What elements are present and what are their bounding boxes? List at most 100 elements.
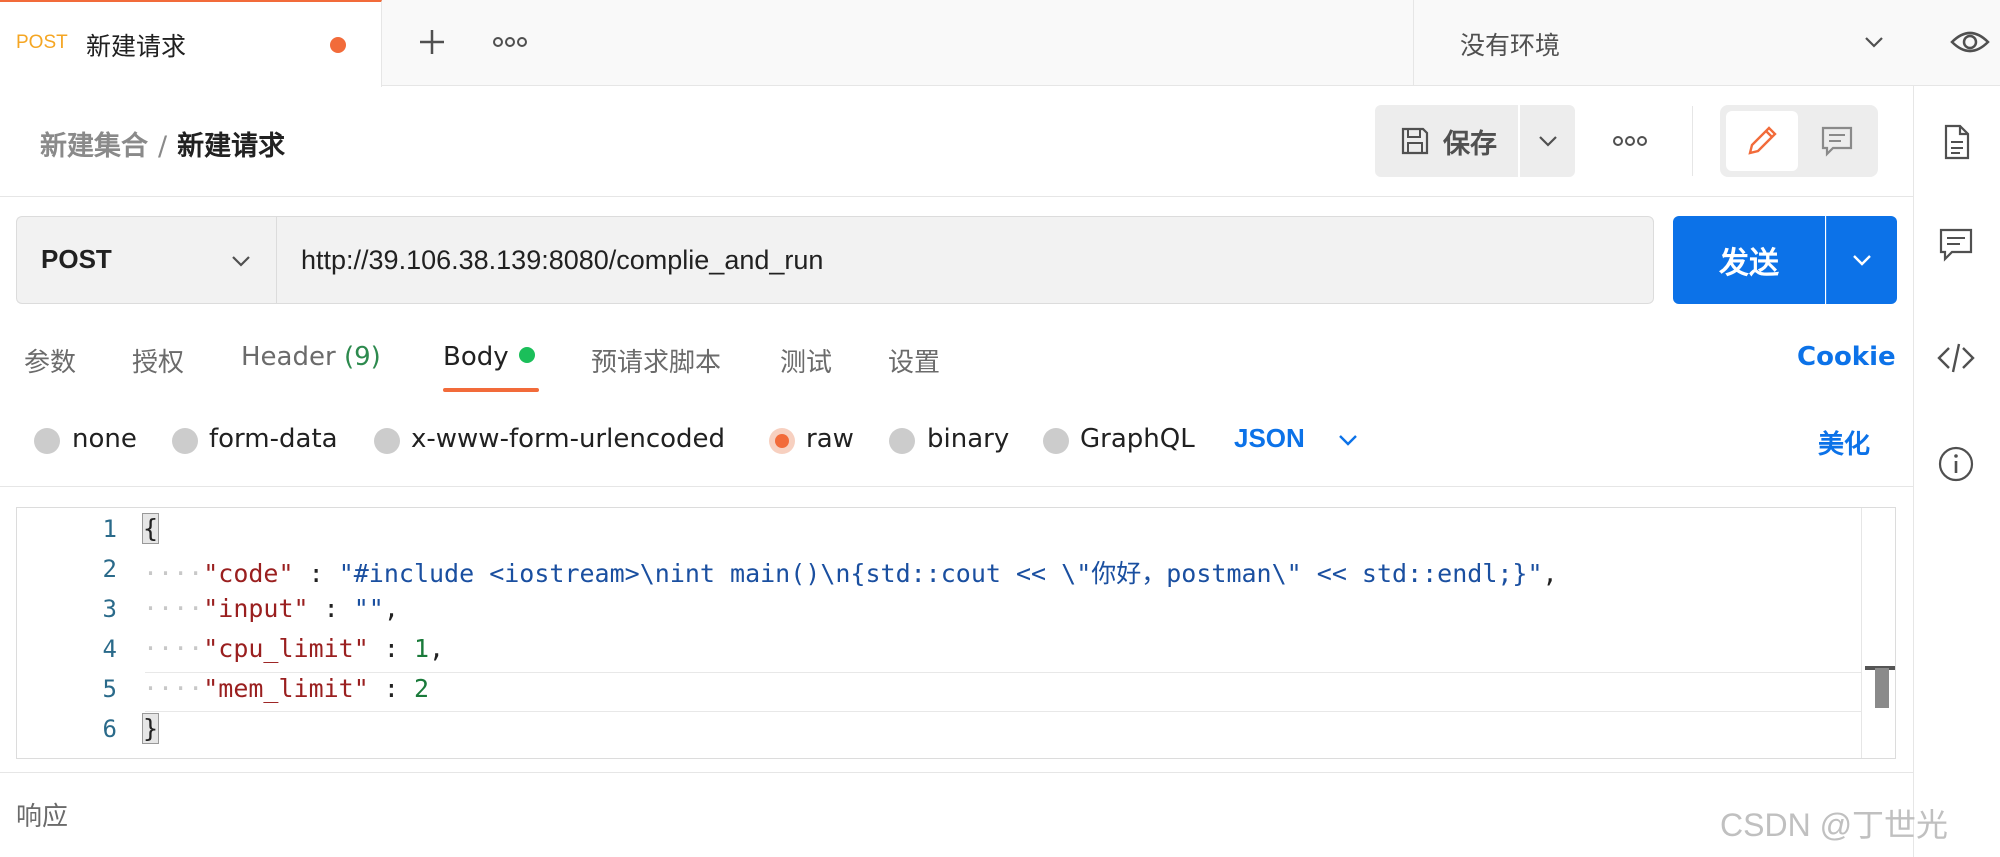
breadcrumb-collection[interactable]: 新建集合	[40, 131, 148, 162]
divider	[0, 486, 1913, 487]
radio-urlencoded[interactable]	[374, 428, 400, 454]
code-indent: ····	[143, 559, 204, 588]
method-select[interactable]: POST	[16, 216, 276, 304]
watermark: CSDN @丁世光	[1720, 807, 1949, 843]
code-colon: :	[308, 594, 354, 623]
edit-mode-button[interactable]	[1726, 111, 1798, 171]
code-brace: }	[141, 713, 160, 744]
scrollbar-thumb[interactable]	[1875, 668, 1889, 708]
code-line: ····"cpu_limit" : 1,	[143, 634, 444, 663]
code-key: "mem_limit"	[203, 674, 369, 703]
radio-binary[interactable]	[889, 428, 915, 454]
cookies-link[interactable]: Cookie	[1797, 342, 1896, 372]
url-input[interactable]: http://39.106.38.139:8080/complie_and_ru…	[276, 216, 1654, 304]
method-label: POST	[41, 244, 112, 274]
tab-settings[interactable]: 设置	[888, 342, 940, 379]
save-icon	[1401, 127, 1429, 155]
code-editor[interactable]: 1 2 3 4 5 6 { ····"code" : "#include <io…	[16, 507, 1896, 759]
code-brace: {	[141, 513, 160, 544]
radio-graphql-label[interactable]: GraphQL	[1080, 424, 1195, 454]
eye-icon	[1950, 31, 1990, 53]
code-line: }	[141, 713, 160, 744]
mode-toggle	[1720, 105, 1878, 177]
info-button[interactable]	[1936, 444, 1976, 484]
tab-tests[interactable]: 测试	[780, 342, 832, 379]
tab-pre-request-script[interactable]: 预请求脚本	[591, 342, 721, 379]
code-colon: :	[368, 634, 414, 663]
code-snippet-button[interactable]	[1936, 338, 1976, 378]
code-line: ····"code" : "#include <iostream>\nint m…	[143, 554, 1558, 590]
request-more-button[interactable]	[1610, 125, 1650, 157]
code-string-value: ""	[353, 594, 384, 623]
code-number-value: 2	[413, 674, 430, 703]
plus-icon	[420, 30, 444, 54]
line-number: 4	[102, 635, 117, 663]
tab-authorization[interactable]: 授权	[132, 342, 184, 379]
divider	[1692, 106, 1693, 176]
tab-params[interactable]: 参数	[24, 342, 76, 379]
code-number-value: 1	[413, 634, 430, 663]
tab-headers[interactable]: Header (9)	[241, 342, 381, 372]
chevron-down-icon	[232, 256, 250, 267]
code-key: "input"	[203, 594, 309, 623]
radio-graphql[interactable]	[1043, 428, 1069, 454]
code-line: ····"input" : "",	[143, 594, 399, 623]
comments-button[interactable]	[1936, 224, 1976, 264]
beautify-button[interactable]: 美化	[1818, 424, 1870, 461]
body-format-select[interactable]: JSON	[1234, 423, 1305, 454]
radio-urlencoded-label[interactable]: x-www-form-urlencoded	[411, 424, 725, 454]
chevron-down-icon	[1853, 255, 1871, 266]
environment-label: 没有环境	[1460, 31, 1561, 60]
comment-icon	[1939, 228, 1973, 262]
save-button[interactable]: 保存	[1375, 105, 1518, 177]
radio-form-data-label[interactable]: form-data	[209, 424, 338, 454]
comment-icon	[1821, 126, 1853, 157]
comment-mode-button[interactable]	[1802, 111, 1872, 171]
response-section-label[interactable]: 响应	[16, 796, 68, 833]
radio-form-data[interactable]	[172, 428, 198, 454]
code-indent: ····	[143, 594, 204, 623]
new-tab-button[interactable]	[412, 22, 452, 62]
save-options-button[interactable]	[1520, 105, 1575, 177]
code-key: "cpu_limit"	[203, 634, 369, 663]
line-number: 5	[102, 675, 117, 703]
editor-scrollbar-track	[1861, 508, 1895, 758]
code-comma: ,	[383, 594, 399, 623]
chevron-down-icon[interactable]	[1336, 428, 1360, 452]
line-number: 2	[102, 555, 117, 583]
more-horizontal-icon	[493, 37, 527, 47]
chevron-down-icon	[1539, 136, 1557, 147]
code-line: {	[141, 513, 160, 544]
info-icon	[1938, 446, 1974, 482]
headers-count-badge: (9)	[343, 342, 381, 372]
breadcrumb-request-name[interactable]: 新建请求	[177, 131, 285, 162]
tab-method-label: POST	[16, 32, 68, 53]
tab-options-button[interactable]	[490, 26, 530, 58]
unsaved-dot-icon	[330, 37, 346, 53]
request-tab[interactable]: POST 新建请求	[0, 0, 382, 87]
divider	[0, 772, 1913, 773]
radio-raw-label[interactable]: raw	[806, 424, 854, 454]
divider	[0, 196, 1913, 197]
send-options-button[interactable]	[1826, 216, 1897, 304]
documentation-button[interactable]	[1936, 122, 1976, 162]
radio-binary-label[interactable]: binary	[927, 424, 1009, 454]
tab-headers-label: Header	[241, 342, 336, 372]
send-button[interactable]: 发送	[1673, 216, 1825, 304]
tab-body[interactable]: Body	[443, 342, 535, 372]
environment-quick-look-button[interactable]	[1948, 22, 1992, 62]
code-key: "code"	[203, 559, 294, 588]
tab-title: 新建请求	[86, 32, 187, 61]
more-horizontal-icon	[1613, 136, 1647, 146]
code-icon	[1937, 343, 1975, 373]
code-indent: ····	[143, 634, 204, 663]
right-sidebar	[1913, 86, 2000, 857]
environment-selector[interactable]: 没有环境	[1413, 0, 1923, 86]
breadcrumb-separator: /	[158, 131, 168, 162]
tab-body-label: Body	[443, 342, 509, 372]
line-number: 1	[102, 515, 117, 543]
radio-none-label[interactable]: none	[72, 424, 137, 454]
code-colon: :	[293, 559, 339, 588]
radio-none[interactable]	[34, 428, 60, 454]
radio-raw[interactable]	[769, 428, 795, 454]
